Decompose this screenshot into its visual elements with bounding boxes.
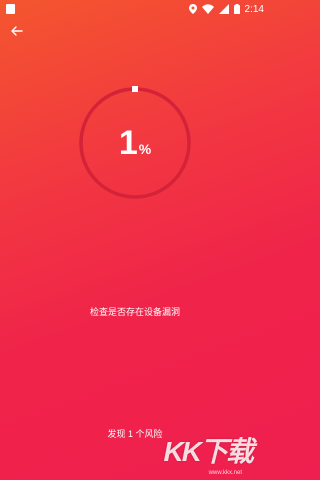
progress-number: 1 [118, 123, 138, 162]
scan-progress-ring: 1 % [77, 85, 193, 201]
status-clock: 2:14 [244, 3, 264, 15]
status-bar: 2:14 [0, 0, 270, 18]
battery-icon [233, 4, 240, 14]
progress-value: 1 % [77, 85, 193, 201]
scan-status-text: 检查是否存在设备漏洞 [89, 307, 180, 317]
wifi-icon [201, 4, 214, 14]
arrow-left-icon [11, 26, 23, 36]
watermark-url: www.kkx.net [208, 470, 242, 476]
back-button[interactable] [8, 22, 26, 40]
watermark-logo: KK下载 [163, 436, 254, 467]
progress-unit: % [138, 141, 152, 157]
sd-card-icon [6, 4, 15, 14]
signal-icon [218, 4, 229, 14]
location-icon [188, 4, 197, 14]
